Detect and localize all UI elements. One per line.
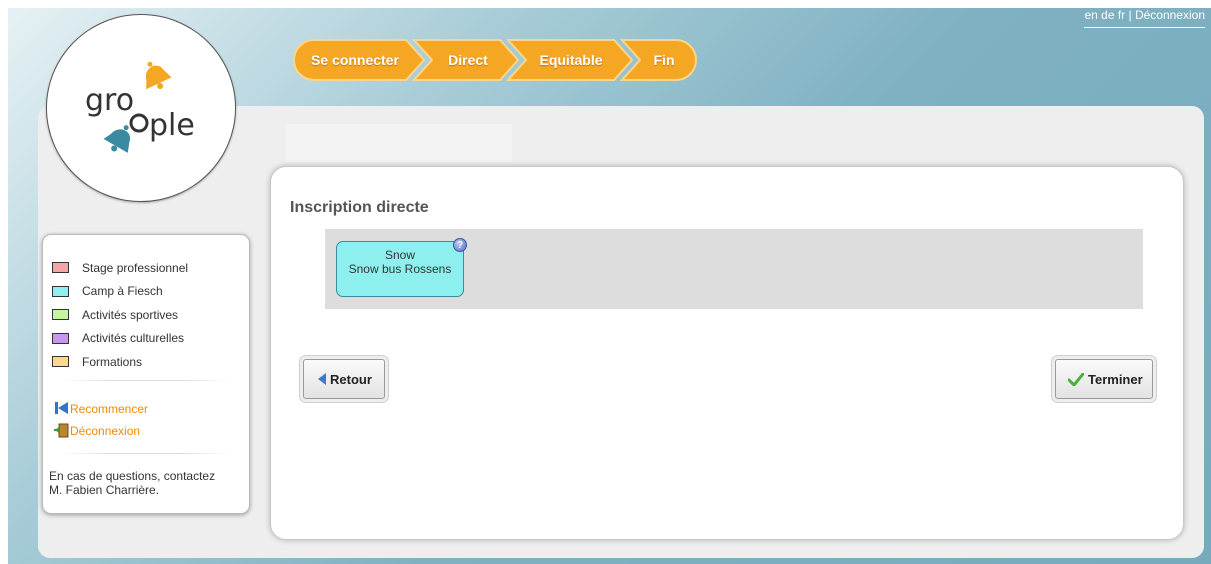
contact-line-1: En cas de questions, contactez [49,469,216,483]
back-label: Retour [330,371,372,387]
legend-swatch [52,332,69,344]
restart-label[interactable]: Recommencer [70,402,148,416]
step-label: Equitable [539,52,603,68]
activity-item[interactable]: Snow Snow bus Rossens ? [336,238,467,297]
back-button[interactable]: Retour [303,359,385,399]
app-background: en de fr | Déconnexion Se connecter Dire… [8,8,1211,564]
legend-item-culture: Activités culturelles [52,327,188,351]
finish-label: Terminer [1088,371,1143,387]
legend-swatch [52,309,69,321]
legend-swatch [52,262,69,274]
step-se-connecter[interactable]: Se connecter [292,38,426,82]
divider [61,380,231,381]
checkmark-icon [1068,372,1084,386]
category-legend: Stage professionnel Camp à Fiesch Activi… [52,256,188,374]
step-label: Se connecter [311,52,399,68]
content-card: Inscription directe Snow Snow bus Rossen… [270,166,1184,540]
exit-door-icon [54,423,69,438]
step-label: Direct [448,52,488,68]
legend-swatch [52,356,69,368]
page-title: Inscription directe [290,199,429,216]
restart-link[interactable]: Recommencer [54,401,148,416]
step-equitable[interactable]: Equitable [506,38,634,82]
top-links-text[interactable]: en de fr | Déconnexion [1084,8,1205,22]
logout-label[interactable]: Déconnexion [70,424,140,438]
sidebar: Stage professionnel Camp à Fiesch Activi… [42,234,250,514]
logo-graphic: gro ple [85,61,195,153]
logout-link[interactable]: Déconnexion [54,423,140,438]
header-strip [286,124,512,162]
arrow-left-icon [318,373,326,385]
legend-label: Stage professionnel [82,260,189,275]
legend-swatch [52,285,69,297]
step-direct[interactable]: Direct [412,38,520,82]
logo-bell-orange [145,61,172,90]
wizard-steps: Se connecter Direct Equitable Fin [292,38,698,82]
step-label: Fin [653,52,675,68]
legend-item-stage: Stage professionnel [52,256,188,280]
registration-area: Snow Snow bus Rossens ? [325,229,1143,309]
help-icon[interactable]: ? [453,238,467,252]
logo-text-bottom: ple [149,108,195,143]
contact-info: En cas de questions, contactez M. Fabien… [49,469,215,497]
legend-item-sport: Activités sportives [52,303,188,327]
legend-item-formations: Formations [52,350,188,374]
language-logout-links[interactable]: en de fr | Déconnexion [1084,8,1205,28]
activity-detail: Snow bus Rossens [348,262,452,276]
logo-text-top: gro [85,83,134,118]
divider [61,453,231,454]
legend-label: Camp à Fiesch [82,284,163,299]
legend-label: Activités sportives [82,307,179,322]
contact-line-2: M. Fabien Charrière. [49,483,160,497]
legend-label: Activités culturelles [82,331,185,346]
skip-back-icon [55,402,68,414]
groople-logo[interactable]: gro ple [46,14,236,202]
legend-item-camp: Camp à Fiesch [52,280,188,304]
finish-button[interactable]: Terminer [1055,359,1153,399]
legend-label: Formations [82,354,143,369]
activity-name: Snow [384,248,416,262]
step-fin[interactable]: Fin [620,38,698,82]
logo-bell-teal [103,125,131,153]
